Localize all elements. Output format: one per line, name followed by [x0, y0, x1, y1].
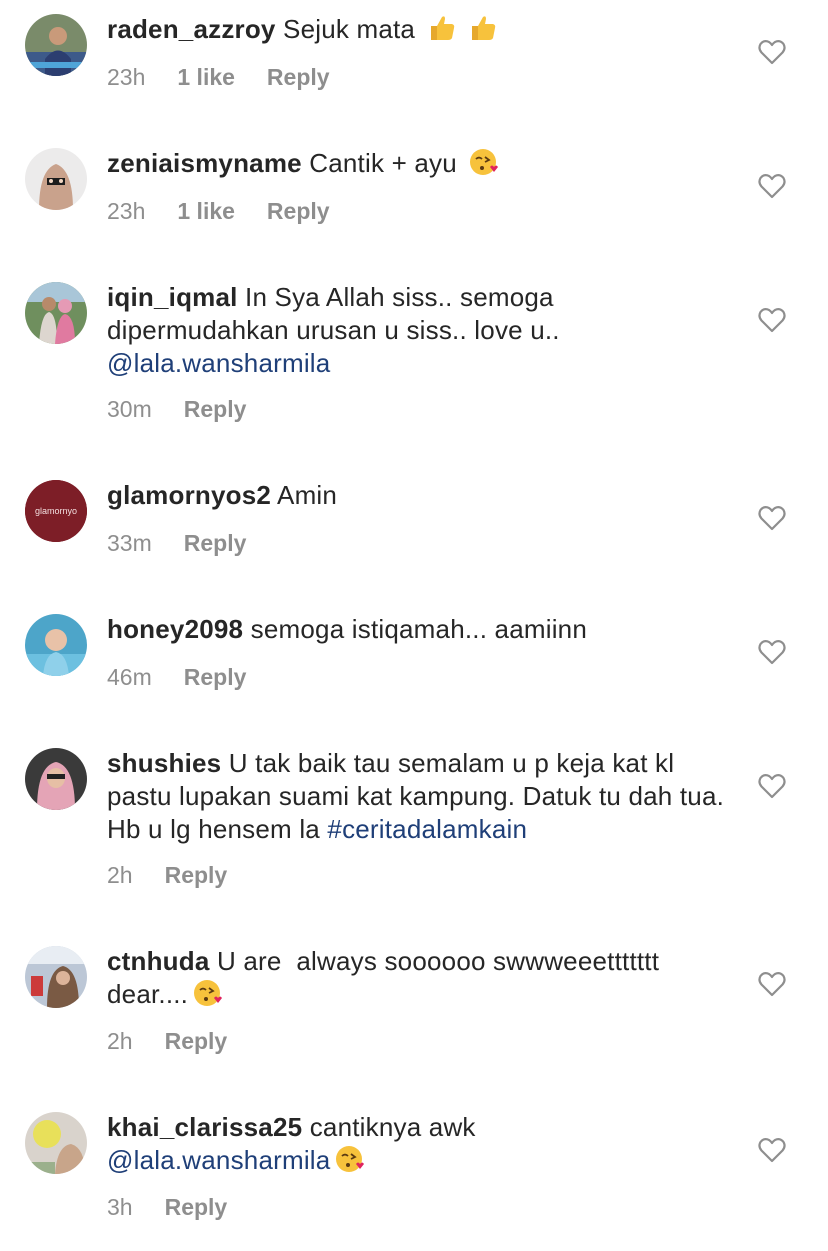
comment-timestamp: 33m — [107, 530, 152, 556]
comment-timestamp: 46m — [107, 664, 152, 690]
kissing-heart-icon — [468, 147, 499, 177]
reply-button[interactable]: Reply — [184, 664, 247, 690]
heart-outline-icon[interactable] — [758, 307, 786, 333]
comment-username[interactable]: zeniaismyname — [107, 148, 302, 178]
comment-like-count[interactable]: 1 like — [177, 198, 235, 224]
heart-outline-icon[interactable] — [758, 39, 786, 65]
comment-body: shushies U tak baik tau semalam u p keja… — [107, 747, 737, 846]
comment-text: Amin — [277, 480, 338, 510]
heart-outline-icon[interactable] — [758, 971, 786, 997]
reply-button[interactable]: Reply — [165, 1194, 228, 1220]
heart-outline-icon[interactable] — [758, 173, 786, 199]
comment-meta: 30m Reply — [107, 396, 246, 423]
comment-timestamp: 30m — [107, 396, 152, 422]
heart-outline-icon[interactable] — [758, 639, 786, 665]
avatar[interactable] — [25, 946, 87, 1008]
comment-username[interactable]: ctnhuda — [107, 946, 210, 976]
avatar[interactable] — [25, 148, 87, 210]
reply-button[interactable]: Reply — [267, 64, 330, 90]
avatar[interactable] — [25, 14, 87, 76]
comment-username[interactable]: iqin_iqmal — [107, 282, 238, 312]
avatar-logo-text: glamornyo — [35, 506, 77, 516]
comment-text: cantiknya awk — [309, 1112, 476, 1142]
comment-body: iqin_iqmal In Sya Allah siss.. semoga di… — [107, 281, 737, 380]
kissing-heart-icon — [334, 1144, 365, 1174]
avatar[interactable] — [25, 748, 87, 810]
comment-text: Sejuk mata — [283, 14, 416, 44]
comment-text: Cantik + ayu — [309, 148, 457, 178]
reply-button[interactable]: Reply — [165, 1028, 228, 1054]
comment-body: raden_azzroy Sejuk mata — [107, 13, 737, 46]
comment-timestamp: 2h — [107, 1028, 133, 1054]
comment-like-count[interactable]: 1 like — [177, 64, 235, 90]
comment-username[interactable]: honey2098 — [107, 614, 243, 644]
heart-outline-icon[interactable] — [758, 505, 786, 531]
comment-meta: 23h 1 like Reply — [107, 198, 330, 225]
kissing-heart-icon — [192, 978, 223, 1008]
thumbs-up-icon — [427, 13, 457, 43]
reply-button[interactable]: Reply — [267, 198, 330, 224]
comment-meta: 2h Reply — [107, 1028, 227, 1055]
thumbs-up-icon — [468, 13, 498, 43]
comment-timestamp: 3h — [107, 1194, 133, 1220]
avatar[interactable]: glamornyo — [25, 480, 87, 542]
comment-timestamp: 2h — [107, 862, 133, 888]
comment-meta: 46m Reply — [107, 664, 246, 691]
reply-button[interactable]: Reply — [184, 396, 247, 422]
comment-body: honey2098 semoga istiqamah... aamiinn — [107, 613, 737, 646]
comment-meta: 33m Reply — [107, 530, 246, 557]
comment-mention-link[interactable]: @lala.wansharmila — [107, 348, 330, 378]
comment-body: glamornyos2 Amin — [107, 479, 737, 512]
avatar[interactable] — [25, 282, 87, 344]
comment-username[interactable]: shushies — [107, 748, 221, 778]
heart-outline-icon[interactable] — [758, 1137, 786, 1163]
avatar[interactable] — [25, 614, 87, 676]
comment-meta: 2h Reply — [107, 862, 227, 889]
comment-text: semoga istiqamah... aamiinn — [250, 614, 587, 644]
reply-button[interactable]: Reply — [184, 530, 247, 556]
comment-mention-link[interactable]: @lala.wansharmila — [107, 1145, 330, 1175]
comment-username[interactable]: raden_azzroy — [107, 14, 276, 44]
comment-hashtag-link[interactable]: #ceritadalamkain — [327, 814, 527, 844]
comment-body: khai_clarissa25 cantiknya awk @lala.wans… — [107, 1111, 737, 1177]
heart-outline-icon[interactable] — [758, 773, 786, 799]
comment-timestamp: 23h — [107, 198, 146, 224]
comment-timestamp: 23h — [107, 64, 146, 90]
comment-body: ctnhuda U are always soooooo swwweeetttt… — [107, 945, 737, 1011]
comment-username[interactable]: khai_clarissa25 — [107, 1112, 302, 1142]
comment-username[interactable]: glamornyos2 — [107, 480, 271, 510]
avatar[interactable] — [25, 1112, 87, 1174]
comment-meta: 23h 1 like Reply — [107, 64, 330, 91]
comment-body: zeniaismyname Cantik + ayu — [107, 147, 737, 180]
reply-button[interactable]: Reply — [165, 862, 228, 888]
comment-meta: 3h Reply — [107, 1194, 227, 1221]
